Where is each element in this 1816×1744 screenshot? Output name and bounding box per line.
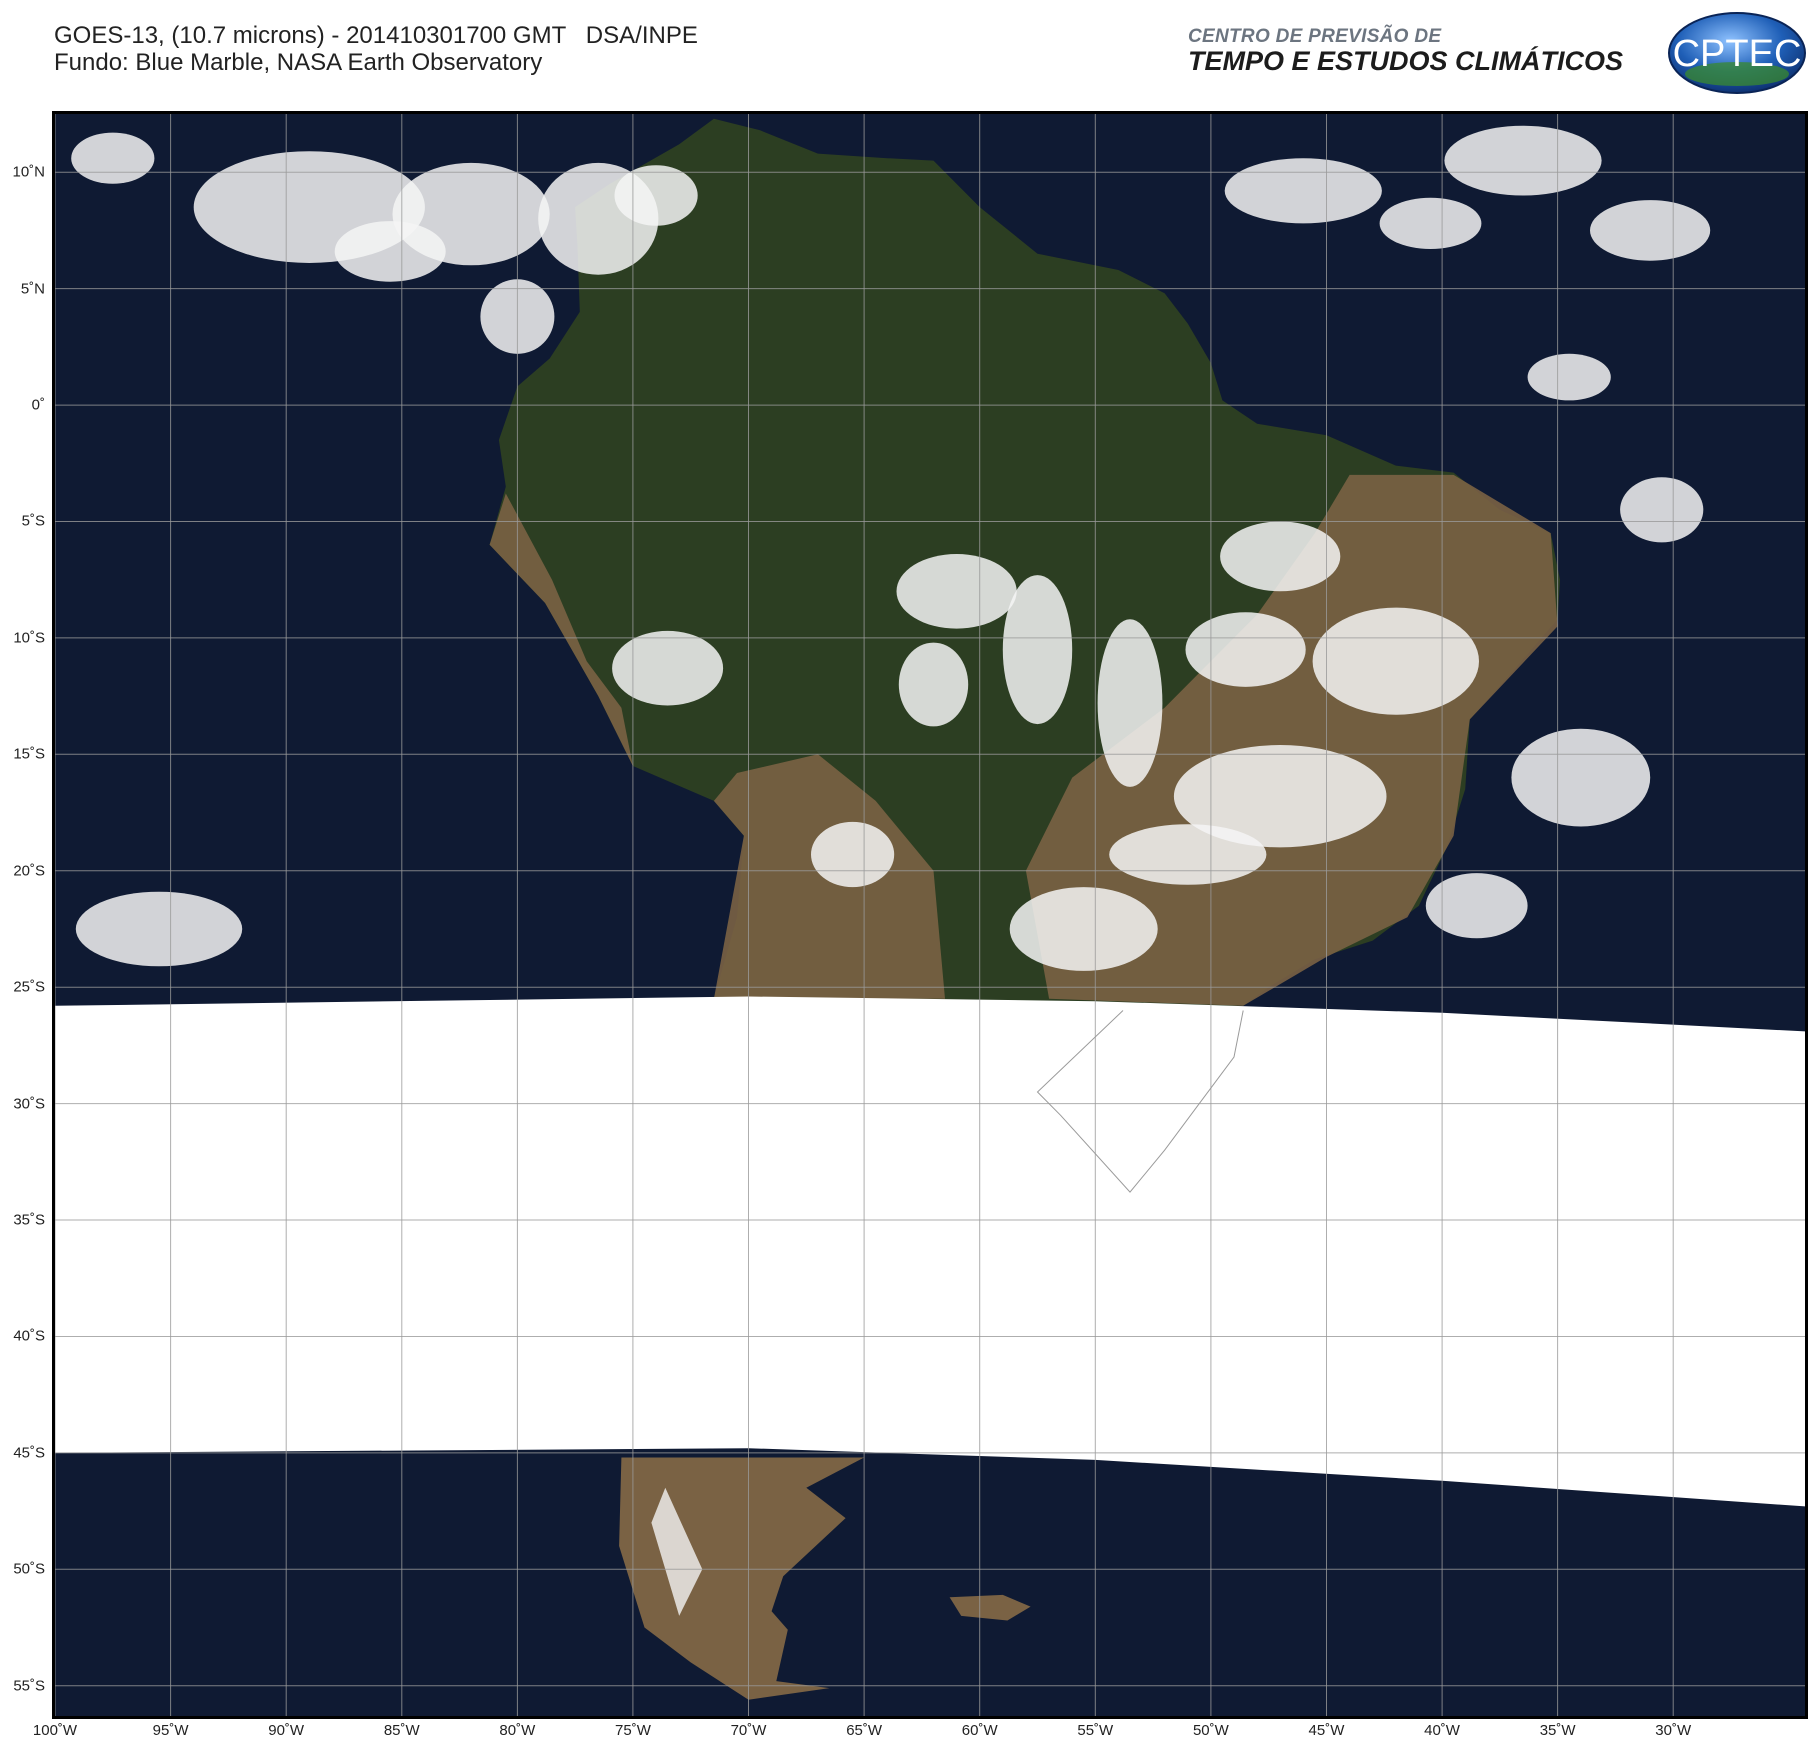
cloud-17 <box>1185 612 1306 687</box>
latitude-label: 55˚S <box>13 1677 45 1695</box>
cloud-28 <box>1220 521 1341 592</box>
cloud-27 <box>898 642 969 727</box>
svg-text:CPTEC: CPTEC <box>1673 33 1802 75</box>
organization-name: CENTRO DE PREVISÃO DE TEMPO E ESTUDOS CL… <box>1188 26 1623 77</box>
organization-subtitle: CENTRO DE PREVISÃO DE <box>1188 26 1442 47</box>
satellite-info: GOES-13, (10.7 microns) - 201410301700 G… <box>54 22 698 49</box>
cloud-9 <box>1444 125 1602 196</box>
no-data-band <box>55 996 1805 1507</box>
longitude-label: 100˚W <box>32 1722 78 1739</box>
cloud-22 <box>612 630 724 706</box>
longitude-label: 35˚W <box>1539 1722 1576 1739</box>
longitude-label: 95˚W <box>152 1722 189 1739</box>
cloud-14 <box>896 554 1017 629</box>
cloud-16 <box>1097 619 1163 787</box>
cloud-21 <box>1009 887 1158 971</box>
latitude-label: 0˚ <box>31 396 45 414</box>
map-canvas <box>55 114 1805 1716</box>
latitude-label: 50˚S <box>13 1560 45 1578</box>
longitude-label: 60˚W <box>961 1722 998 1739</box>
longitude-label: 80˚W <box>499 1722 536 1739</box>
longitude-label: 45˚W <box>1308 1722 1345 1739</box>
longitude-label: 30˚W <box>1655 1722 1692 1739</box>
latitude-label: 30˚S <box>13 1095 45 1113</box>
latitude-label: 5˚N <box>20 280 45 298</box>
latitude-label: 40˚S <box>13 1327 45 1345</box>
cloud-11 <box>1379 197 1482 249</box>
cloud-26 <box>75 891 243 967</box>
cptec-logo: CPTEC <box>1668 12 1806 94</box>
cloud-13 <box>1620 477 1704 543</box>
latitude-label: 45˚S <box>13 1444 45 1462</box>
background-credit: Fundo: Blue Marble, NASA Earth Observato… <box>54 49 543 76</box>
cloud-10 <box>1590 200 1711 261</box>
image-caption: GOES-13, (10.7 microns) - 201410301700 G… <box>54 22 698 76</box>
cloud-6 <box>614 165 698 226</box>
no-data-region <box>55 996 1805 1507</box>
latitude-label: 35˚S <box>13 1211 45 1229</box>
longitude-label: 90˚W <box>268 1722 305 1739</box>
cloud-18 <box>1312 607 1480 715</box>
latitude-label: 20˚S <box>13 862 45 880</box>
latitude-label: 10˚S <box>13 629 45 647</box>
longitude-label: 85˚W <box>383 1722 420 1739</box>
latitude-label: 15˚S <box>13 745 45 763</box>
latitude-label: 5˚S <box>21 512 45 530</box>
organization-title: TEMPO E ESTUDOS CLIMÁTICOS <box>1188 46 1624 76</box>
latitude-label: 25˚S <box>13 978 45 996</box>
latitude-label: 10˚N <box>12 163 45 181</box>
cloud-3 <box>334 221 446 282</box>
longitude-label: 70˚W <box>730 1722 767 1739</box>
longitude-label: 50˚W <box>1192 1722 1229 1739</box>
satellite-map <box>52 111 1808 1719</box>
longitude-label: 40˚W <box>1424 1722 1460 1739</box>
longitude-label: 75˚W <box>615 1722 651 1739</box>
cloud-12 <box>1527 353 1611 401</box>
longitude-label: 55˚W <box>1077 1722 1114 1739</box>
cloud-25 <box>1425 873 1528 939</box>
cloud-8 <box>1224 158 1382 224</box>
cloud-23 <box>811 821 895 888</box>
cloud-24 <box>1511 728 1651 827</box>
longitude-label: 65˚W <box>846 1722 883 1739</box>
cloud-5 <box>71 132 155 184</box>
cloud-20 <box>1109 824 1267 885</box>
cloud-15 <box>1002 575 1073 725</box>
